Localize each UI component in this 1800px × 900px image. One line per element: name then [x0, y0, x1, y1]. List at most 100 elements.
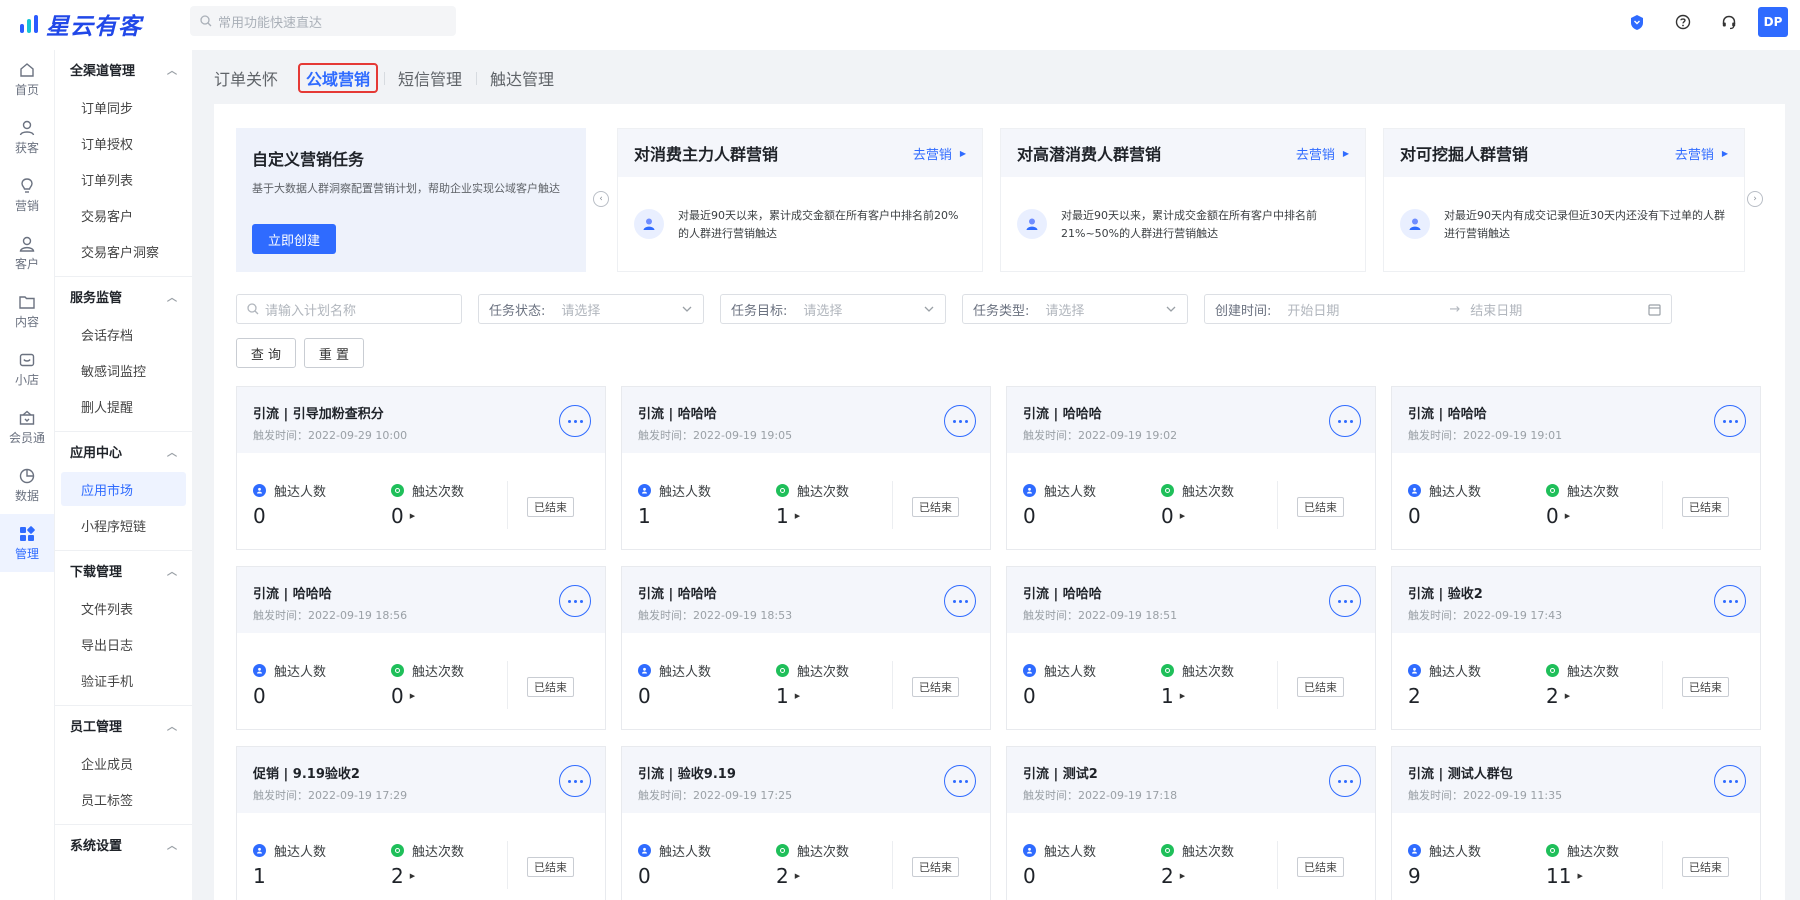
- task-trigger-time: 触发时间：2022-09-19 19:01: [1408, 429, 1563, 442]
- more-options-button[interactable]: [1714, 585, 1746, 617]
- nav-acquire[interactable]: 获客: [0, 108, 54, 166]
- tab-reach[interactable]: 触达管理: [476, 63, 568, 93]
- more-options-button[interactable]: [944, 405, 976, 437]
- sidebar-item-sensitive-words[interactable]: 敏感词监控: [61, 353, 186, 387]
- reach-people-stat: 触达人数 0: [1023, 844, 1097, 888]
- task-card[interactable]: 引流 | 哈哈哈 触发时间：2022-09-19 19:01 触达人数 0 触达…: [1391, 386, 1761, 550]
- task-trigger-time: 触发时间：2022-09-19 17:18: [1023, 789, 1178, 802]
- sidebar-item-export-log[interactable]: 导出日志: [61, 627, 186, 661]
- nav-manage[interactable]: 管理: [0, 514, 54, 572]
- reach-times-stat: 触达次数 0 ▶: [391, 484, 465, 528]
- sidebar-item-trade-insight[interactable]: 交易客户洞察: [61, 234, 186, 268]
- nav-shop[interactable]: 小店: [0, 340, 54, 398]
- tab-order-care[interactable]: 订单关怀: [200, 63, 292, 93]
- nav-member[interactable]: 会员通: [0, 398, 54, 456]
- nav-group-title[interactable]: 全渠道管理 ︿: [55, 50, 192, 88]
- sidebar-item-mini-link[interactable]: 小程序短链: [61, 508, 186, 542]
- plan-name-input[interactable]: 请输入计划名称: [236, 294, 462, 324]
- task-card[interactable]: 引流 | 引导加粉查积分 触发时间：2022-09-29 10:00 触达人数 …: [236, 386, 606, 550]
- tab-public-marketing[interactable]: 公域营销: [298, 63, 379, 93]
- more-options-button[interactable]: [1714, 765, 1746, 797]
- support-button[interactable]: [1706, 0, 1752, 44]
- go-marketing-link[interactable]: 去营销 ▶: [1296, 144, 1349, 163]
- task-status-select[interactable]: 任务状态: 请选择: [478, 294, 704, 324]
- go-marketing-link[interactable]: 去营销 ▶: [1675, 144, 1728, 163]
- go-marketing-link[interactable]: 去营销 ▶: [913, 144, 966, 163]
- calendar-icon: [1648, 304, 1661, 316]
- nav-group-title[interactable]: 系统设置 ︿: [55, 825, 192, 863]
- more-options-button[interactable]: [559, 765, 591, 797]
- folder-icon: [19, 295, 35, 309]
- shield-badge-button[interactable]: [1614, 0, 1660, 44]
- sidebar-item-order-sync[interactable]: 订单同步: [61, 90, 186, 124]
- sidebar-item-order-list[interactable]: 订单列表: [61, 162, 186, 196]
- quick-search[interactable]: 常用功能快速直达: [190, 6, 456, 36]
- sidebar-item-verify-phone[interactable]: 验证手机: [61, 663, 186, 697]
- task-card[interactable]: 促销 | 9.19验收2 触发时间：2022-09-19 17:29 触达人数 …: [236, 746, 606, 900]
- stat-divider: [1277, 481, 1278, 529]
- sidebar-item-delete-alert[interactable]: 删人提醒: [61, 389, 186, 423]
- query-button[interactable]: 查 询: [236, 338, 296, 368]
- nav-group-title[interactable]: 应用中心 ︿: [55, 432, 192, 470]
- task-card[interactable]: 引流 | 哈哈哈 触发时间：2022-09-19 18:56 触达人数 0 触达…: [236, 566, 606, 730]
- reach-people-value: 1: [638, 504, 651, 528]
- nav-data[interactable]: 数据: [0, 456, 54, 514]
- task-card[interactable]: 引流 | 哈哈哈 触发时间：2022-09-19 18:53 触达人数 0 触达…: [621, 566, 991, 730]
- nav-group-title[interactable]: 下载管理 ︿: [55, 551, 192, 589]
- stat-divider: [1662, 481, 1663, 529]
- nav-group-title[interactable]: 员工管理 ︿: [55, 706, 192, 744]
- sidebar-item-session-archive[interactable]: 会话存档: [61, 317, 186, 351]
- more-options-button[interactable]: [1714, 405, 1746, 437]
- carousel-prev-button[interactable]: ‹: [593, 191, 609, 207]
- reach-people-stat: 触达人数 0: [1023, 484, 1097, 528]
- tab-sms[interactable]: 短信管理: [384, 63, 476, 93]
- create-task-button[interactable]: 立即创建: [252, 224, 336, 254]
- task-title: 引流 | 引导加粉查积分: [253, 407, 384, 422]
- nav-group-title[interactable]: 服务监管 ︿: [55, 277, 192, 315]
- reach-people-value: 0: [1023, 864, 1036, 888]
- sidebar-item-app-market[interactable]: 应用市场: [61, 472, 186, 506]
- check-circle-icon: [1546, 664, 1559, 677]
- more-options-button[interactable]: [944, 585, 976, 617]
- sidebar-item-order-auth[interactable]: 订单授权: [61, 126, 186, 160]
- task-card[interactable]: 引流 | 哈哈哈 触发时间：2022-09-19 18:51 触达人数 0 触达…: [1006, 566, 1376, 730]
- user-plus-icon: [19, 120, 35, 135]
- task-goal-select[interactable]: 任务目标: 请选择: [720, 294, 946, 324]
- task-card[interactable]: 引流 | 测试人群包 触发时间：2022-09-19 11:35 触达人数 9 …: [1391, 746, 1761, 900]
- user-icon: [1023, 484, 1036, 497]
- task-card[interactable]: 引流 | 验收9.19 触发时间：2022-09-19 17:25 触达人数 0…: [621, 746, 991, 900]
- sidebar-item-members[interactable]: 企业成员: [61, 746, 186, 780]
- carousel-next-button[interactable]: ›: [1747, 191, 1763, 207]
- created-date-range[interactable]: 创建时间: 开始日期 → 结束日期: [1204, 294, 1672, 324]
- user-avatar[interactable]: DP: [1758, 7, 1788, 37]
- nav-marketing[interactable]: 营销: [0, 166, 54, 224]
- more-options-button[interactable]: [559, 405, 591, 437]
- more-options-button[interactable]: [1329, 405, 1361, 437]
- sidebar-item-staff-tags[interactable]: 员工标签: [61, 782, 186, 816]
- task-card[interactable]: 引流 | 哈哈哈 触发时间：2022-09-19 19:02 触达人数 0 触达…: [1006, 386, 1376, 550]
- more-options-button[interactable]: [944, 765, 976, 797]
- check-circle-icon: [391, 664, 404, 677]
- reset-button[interactable]: 重 置: [304, 338, 364, 368]
- task-card[interactable]: 引流 | 哈哈哈 触发时间：2022-09-19 19:05 触达人数 1 触达…: [621, 386, 991, 550]
- reach-people-value: 0: [1023, 684, 1036, 708]
- header-actions: DP: [1614, 0, 1800, 44]
- task-type-select[interactable]: 任务类型: 请选择: [962, 294, 1188, 324]
- nav-customer[interactable]: 客户: [0, 224, 54, 282]
- nav-content[interactable]: 内容: [0, 282, 54, 340]
- task-card[interactable]: 引流 | 验收2 触发时间：2022-09-19 17:43 触达人数 2 触达…: [1391, 566, 1761, 730]
- more-options-button[interactable]: [1329, 765, 1361, 797]
- sidebar-item-trade-customer[interactable]: 交易客户: [61, 198, 186, 232]
- task-card[interactable]: 引流 | 测试2 触发时间：2022-09-19 17:18 触达人数 0 触达…: [1006, 746, 1376, 900]
- more-options-button[interactable]: [1329, 585, 1361, 617]
- task-trigger-time: 触发时间：2022-09-19 17:43: [1408, 609, 1563, 622]
- nav-home[interactable]: 首页: [0, 50, 54, 108]
- user-icon: [638, 484, 651, 497]
- end-date-input[interactable]: 结束日期: [1470, 300, 1522, 319]
- help-button[interactable]: [1660, 0, 1706, 44]
- start-date-input[interactable]: 开始日期: [1287, 300, 1449, 319]
- brand-logo[interactable]: 星云有客: [18, 10, 142, 40]
- more-options-button[interactable]: [559, 585, 591, 617]
- sidebar-item-file-list[interactable]: 文件列表: [61, 591, 186, 625]
- reach-people-value: 0: [253, 684, 266, 708]
